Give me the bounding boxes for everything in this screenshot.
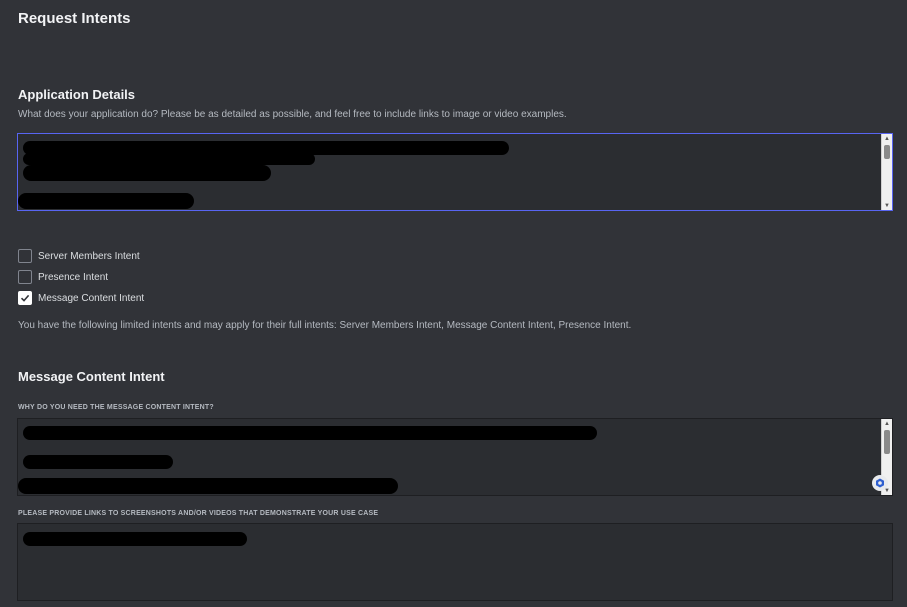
checkbox-message-content[interactable] [18,291,32,305]
intents-note: You have the following limited intents a… [18,320,632,331]
redacted-text [23,455,173,469]
redacted-text [23,153,315,165]
scrollbar-thumb[interactable] [884,430,890,454]
why-textarea[interactable]: ▲ ▼ [17,418,893,496]
application-details-heading: Application Details [18,87,136,102]
check-icon [20,294,30,302]
application-details-textarea[interactable]: ▲ ▼ [17,133,893,211]
redacted-text [18,193,194,209]
links-label: PLEASE PROVIDE LINKS TO SCREENSHOTS AND/… [18,510,379,517]
page-title: Request Intents [18,10,131,27]
message-content-heading: Message Content Intent [18,369,165,384]
intent-label: Presence Intent [38,271,109,283]
scroll-up-arrow-icon[interactable]: ▲ [882,134,892,143]
intent-label: Message Content Intent [38,292,145,304]
intent-message-content[interactable]: Message Content Intent [18,291,144,305]
redacted-text [23,532,247,546]
redacted-text [23,165,271,181]
links-textarea[interactable] [17,523,893,601]
intent-presence[interactable]: Presence Intent [18,270,108,284]
scrollbar-thumb[interactable] [884,145,890,159]
textarea-scrollbar[interactable]: ▲ ▼ [881,134,892,210]
scroll-up-arrow-icon[interactable]: ▲ [882,419,892,428]
checkbox-presence[interactable] [18,270,32,284]
why-label: WHY DO YOU NEED THE MESSAGE CONTENT INTE… [18,404,214,411]
redacted-text [18,478,398,494]
intent-label: Server Members Intent [38,250,140,262]
scroll-down-arrow-icon[interactable]: ▼ [882,201,892,210]
application-details-description: What does your application do? Please be… [18,109,567,120]
intent-server-members[interactable]: Server Members Intent [18,249,140,263]
grammar-extension-icon[interactable] [872,475,888,491]
redacted-text [23,426,597,440]
checkbox-server-members[interactable] [18,249,32,263]
